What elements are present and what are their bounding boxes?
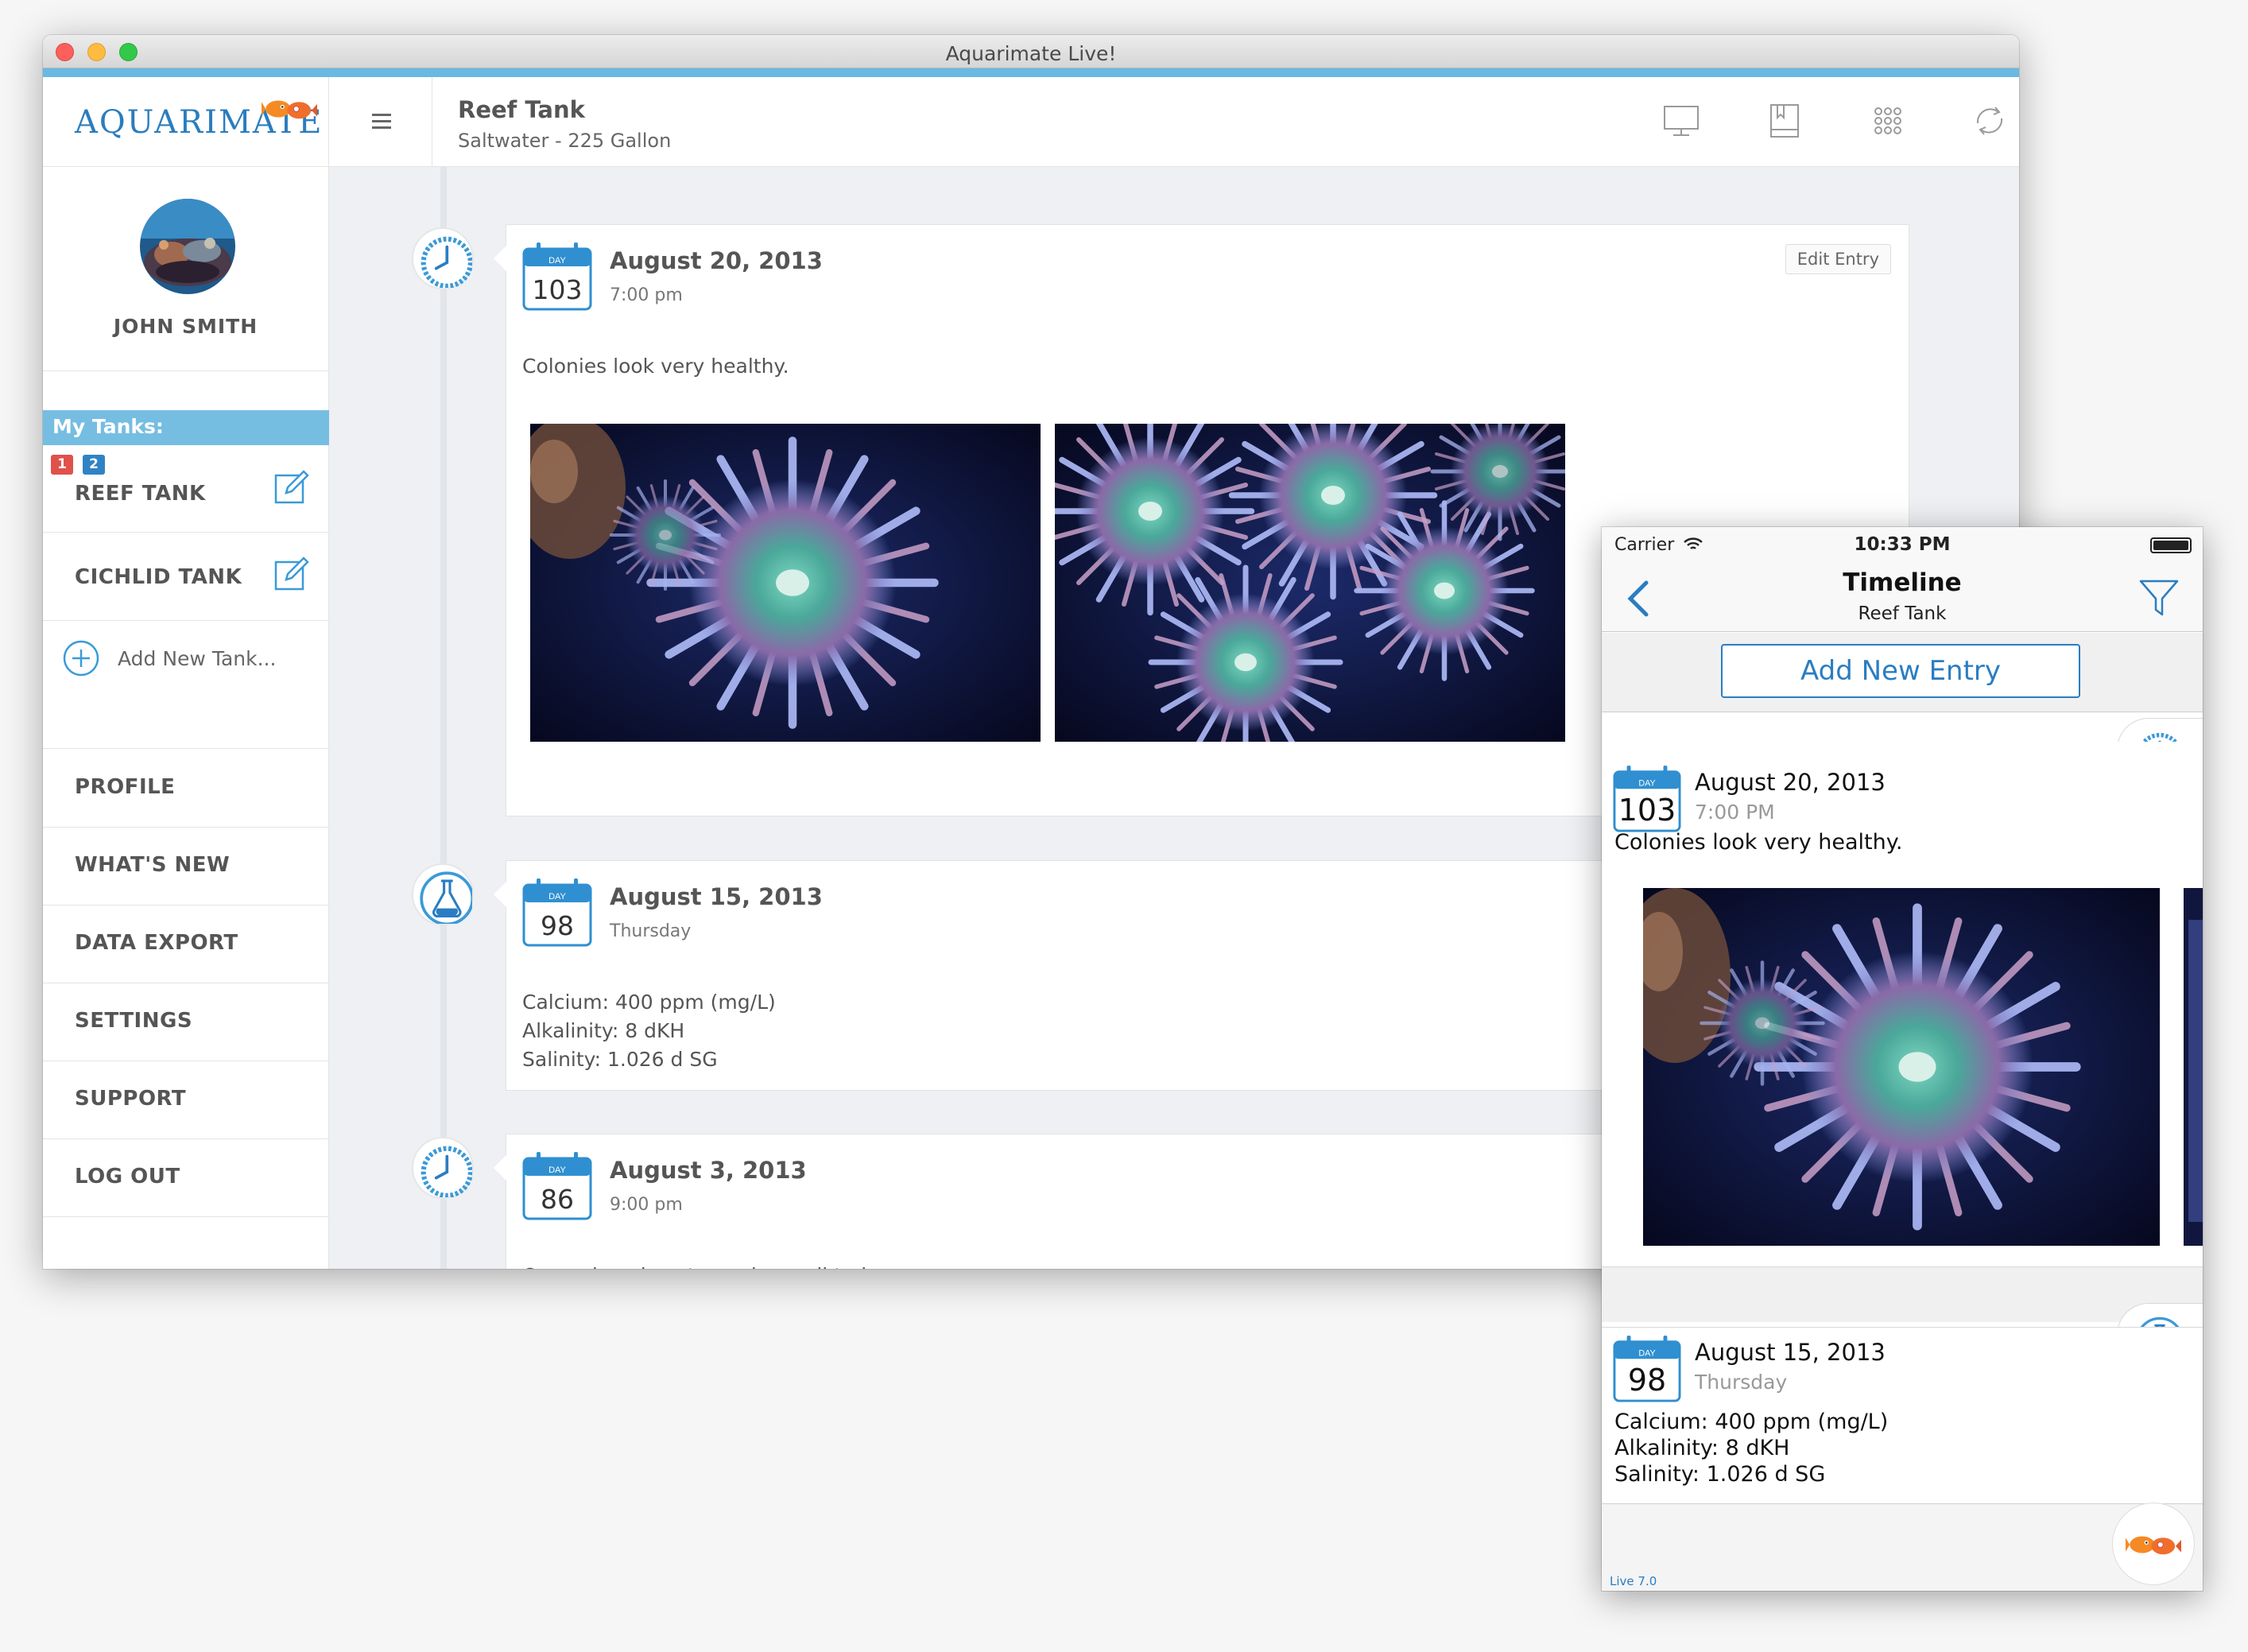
- entry-photo-next[interactable]: [2184, 888, 2203, 1246]
- hamburger-menu-button[interactable]: [329, 77, 432, 167]
- user-profile: JOHN SMITH: [43, 167, 328, 371]
- add-tank-button[interactable]: Add New Tank...: [43, 622, 329, 749]
- entry-date: August 15, 2013: [1695, 1339, 1886, 1366]
- menu-label: SUPPORT: [75, 1087, 187, 1111]
- menu-label: LOG OUT: [75, 1165, 180, 1189]
- status-bar: Carrier 10:33 PM: [1602, 527, 2203, 559]
- title-bar: Aquarimate Live!: [43, 35, 2019, 68]
- entry-day-name: Thursday: [1695, 1371, 1788, 1394]
- menu-item-log-out[interactable]: LOG OUT: [43, 1139, 329, 1217]
- reading-alkalinity: Alkalinity: 8 dKH: [1614, 1436, 1790, 1460]
- battery-icon: [2150, 537, 2192, 553]
- menu-label: WHAT'S NEW: [75, 853, 231, 877]
- accent-bar: [43, 68, 2019, 77]
- logo-area: Aquarimate: [43, 77, 328, 167]
- menu-label: PROFILE: [75, 775, 176, 799]
- entry-date: August 20, 2013: [610, 247, 823, 274]
- status-time: 10:33 PM: [1854, 534, 1951, 555]
- filter-icon[interactable]: [2138, 576, 2180, 619]
- timeline-line: [440, 167, 447, 1269]
- add-tank-label: Add New Tank...: [118, 647, 277, 670]
- tank-item-cichlid[interactable]: CICHLID TANK: [43, 533, 329, 621]
- entry-time: 9:00 pm: [610, 1195, 683, 1215]
- user-name: JOHN SMITH: [113, 315, 258, 338]
- nav-title: Timeline: [1843, 568, 1962, 597]
- day-number: 98: [1627, 1363, 1667, 1398]
- menu-item-settings[interactable]: SETTINGS: [43, 983, 329, 1061]
- phone-timeline-entry[interactable]: 98 August 15, 2013 Thursday Calcium: 400…: [1602, 1327, 2203, 1503]
- day-number: 86: [541, 1184, 574, 1215]
- entry-time: 7:00 pm: [610, 285, 683, 305]
- menu-item-profile[interactable]: PROFILE: [43, 750, 329, 828]
- menu-label: DATA EXPORT: [75, 931, 238, 955]
- fish-logo-icon: [262, 93, 317, 125]
- menu-label: SETTINGS: [75, 1009, 193, 1033]
- timeline-flask-icon: [412, 863, 474, 925]
- nav-bar: Timeline Reef Tank: [1602, 559, 2203, 632]
- day-number: 103: [532, 274, 583, 305]
- sidebar: Aquarimate JOHN SMITH My Tanks: 1: [43, 77, 329, 1269]
- entry-day-name: Thursday: [610, 921, 692, 941]
- alert-badge-red: 1: [51, 455, 73, 475]
- my-tanks-header: My Tanks:: [43, 410, 329, 445]
- edit-entry-button[interactable]: Edit Entry: [1785, 244, 1891, 274]
- book-icon[interactable]: [1765, 101, 1804, 141]
- hamburger-icon: [372, 114, 391, 116]
- app-header: Reef Tank Saltwater - 225 Gallon: [329, 77, 2019, 167]
- entry-photo[interactable]: [1055, 424, 1565, 742]
- timeline-clock-icon: [412, 1137, 474, 1199]
- add-entry-area: Add New Entry: [1602, 633, 2203, 712]
- grid-icon[interactable]: [1868, 101, 1908, 141]
- nav-subtitle: Reef Tank: [1858, 603, 1947, 624]
- reading-salinity: Salinity: 1.026 d SG: [522, 1048, 718, 1071]
- phone-screen: Carrier 10:33 PM Timeline Reef Tank Add …: [1602, 527, 2203, 1591]
- hamburger-icon-line: [372, 120, 391, 122]
- hamburger-icon-line: [372, 126, 391, 129]
- entry-note: One colony is not opening well today..: [522, 1262, 901, 1269]
- entry-date: August 15, 2013: [610, 883, 823, 910]
- entry-readings: Calcium: 400 ppm (mg/L) Alkalinity: 8 dK…: [522, 988, 776, 1074]
- sync-icon[interactable]: [1970, 101, 2010, 141]
- entry-photo[interactable]: [1643, 888, 2160, 1246]
- tank-label: CICHLID TANK: [75, 565, 242, 589]
- entry-note: Colonies look very healthy.: [1614, 830, 1903, 855]
- entry-date: August 20, 2013: [1695, 769, 1886, 796]
- day-number: 103: [1618, 793, 1676, 828]
- timeline-clock-icon: [412, 227, 474, 289]
- menu-item-data-export[interactable]: DATA EXPORT: [43, 905, 329, 983]
- reading-calcium: Calcium: 400 ppm (mg/L): [1614, 1410, 1889, 1434]
- phone-bottom-bar: Live 7.0: [1602, 1503, 2203, 1591]
- plus-circle-icon: [63, 640, 99, 677]
- version-label: Live 7.0: [1610, 1574, 1657, 1588]
- tank-item-reef[interactable]: 1 2 REEF TANK: [43, 445, 329, 533]
- alert-badge-blue: 2: [83, 455, 105, 475]
- entry-readings: Calcium: 400 ppm (mg/L) Alkalinity: 8 dK…: [1614, 1409, 1888, 1487]
- monitor-icon[interactable]: [1661, 101, 1701, 141]
- add-new-entry-button[interactable]: Add New Entry: [1721, 644, 2080, 698]
- fish-menu-button[interactable]: [2112, 1503, 2195, 1585]
- entry-photo[interactable]: [530, 424, 1041, 742]
- tank-title: Reef Tank: [458, 96, 585, 123]
- menu-item-whats-new[interactable]: WHAT'S NEW: [43, 828, 329, 905]
- tank-label: REEF TANK: [75, 482, 206, 506]
- day-number: 98: [541, 910, 574, 941]
- avatar[interactable]: [140, 199, 235, 294]
- tank-subtitle: Saltwater - 225 Gallon: [458, 130, 672, 152]
- entry-date: August 3, 2013: [610, 1157, 807, 1184]
- window-title: Aquarimate Live!: [945, 42, 1117, 65]
- edit-icon[interactable]: [273, 469, 310, 506]
- menu-item-support[interactable]: SUPPORT: [43, 1061, 329, 1139]
- fish-icon: [2126, 1529, 2181, 1561]
- entry-time: 7:00 PM: [1695, 801, 1775, 824]
- reading-salinity: Salinity: 1.026 d SG: [1614, 1462, 1826, 1487]
- phone-entry-gap: [1602, 1266, 2203, 1322]
- reading-calcium: Calcium: 400 ppm (mg/L): [522, 991, 776, 1014]
- edit-icon[interactable]: [273, 556, 310, 592]
- reading-alkalinity: Alkalinity: 8 dKH: [522, 1019, 685, 1042]
- entry-note: Colonies look very healthy.: [522, 355, 789, 378]
